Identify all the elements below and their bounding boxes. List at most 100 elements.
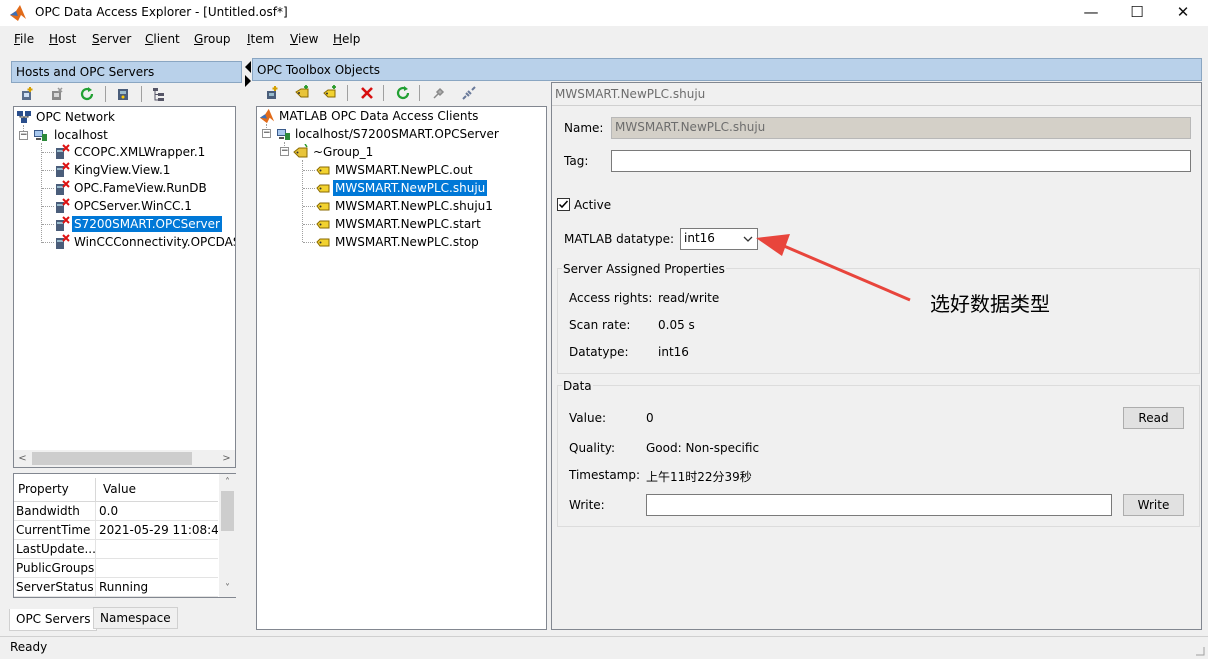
tree-root-opc-network[interactable]: OPC Network	[34, 109, 117, 125]
server-info-button[interactable]	[113, 84, 133, 104]
tag-field[interactable]	[611, 150, 1191, 172]
item-detail-panel: MWSMART.NewPLC.shuju Name: MWSMART.NewPL…	[551, 82, 1202, 630]
scan-rate-value: 0.05 s	[658, 318, 695, 332]
name-field: MWSMART.NewPLC.shuju	[611, 117, 1191, 139]
tab-namespace[interactable]: Namespace	[93, 607, 178, 629]
tree-client[interactable]: localhost/S7200SMART.OPCServer	[293, 126, 501, 142]
tree-item[interactable]: MWSMART.NewPLC.start	[333, 216, 483, 232]
quality-value: Good: Non-specific	[646, 441, 760, 455]
add-group-button[interactable]	[292, 83, 312, 103]
client-collapse-toggle[interactable]: −	[262, 129, 271, 138]
property-name: PublicGroups	[14, 559, 96, 578]
opc-server-icon	[56, 144, 70, 159]
quality-label: Quality:	[569, 441, 616, 455]
active-checkbox[interactable]	[557, 198, 570, 211]
tree-server[interactable]: KingView.View.1	[72, 162, 172, 178]
scroll-up-icon[interactable]: ˄	[219, 474, 236, 491]
tree-item[interactable]: MWSMART.NewPLC.stop	[333, 234, 481, 250]
tree-server[interactable]: CCOPC.XMLWrapper.1	[72, 144, 207, 160]
menu-view[interactable]: View	[290, 32, 318, 46]
tree-server-selected[interactable]: S7200SMART.OPCServer	[72, 216, 222, 232]
menu-help[interactable]: Help	[333, 32, 360, 46]
scroll-down-icon[interactable]: ˅	[219, 580, 236, 597]
group-collapse-toggle[interactable]: −	[280, 147, 289, 156]
tree-view-button[interactable]	[149, 84, 169, 104]
timestamp-label: Timestamp:	[569, 468, 641, 482]
panel-splitter[interactable]	[244, 61, 252, 632]
opc-server-icon	[56, 216, 70, 231]
disconnect-plug-icon	[462, 86, 476, 100]
data-group-title: Data	[562, 379, 593, 393]
datatype-label: MATLAB datatype:	[564, 232, 675, 246]
item-tag-icon	[316, 220, 330, 229]
connect-button[interactable]	[429, 83, 449, 103]
menu-item[interactable]: Item	[247, 32, 274, 46]
opc-server-icon	[56, 198, 70, 213]
host-collapse-toggle[interactable]: −	[19, 131, 28, 140]
menu-file[interactable]: File	[14, 32, 34, 46]
write-input[interactable]	[646, 494, 1112, 516]
tree-group[interactable]: ~Group_1	[311, 144, 375, 160]
window-title: OPC Data Access Explorer - [Untitled.osf…	[35, 5, 288, 19]
table-row[interactable]: CurrentTime 2021-05-29 11:08:46	[14, 521, 218, 540]
table-row[interactable]: LastUpdate...	[14, 540, 218, 559]
table-row[interactable]: ServerStatus Running	[14, 578, 218, 597]
value-label: Value:	[569, 411, 606, 425]
add-host-button[interactable]	[17, 84, 37, 104]
group-icon	[293, 144, 308, 158]
scroll-thumb[interactable]	[221, 491, 234, 531]
column-header-value[interactable]: Value	[98, 478, 218, 502]
name-label: Name:	[564, 121, 604, 135]
tree-item-selected[interactable]: MWSMART.NewPLC.shuju	[333, 180, 488, 196]
read-button[interactable]: Read	[1123, 407, 1184, 429]
table-row[interactable]: Bandwidth 0.0	[14, 502, 218, 521]
property-name: LastUpdate...	[14, 540, 96, 559]
server-info-icon	[118, 89, 128, 100]
tree-root-matlab-clients[interactable]: MATLAB OPC Data Access Clients	[277, 108, 480, 124]
tree-server[interactable]: OPC.FameView.RunDB	[72, 180, 209, 196]
scroll-right-icon[interactable]: >	[218, 450, 235, 467]
active-label: Active	[574, 198, 612, 212]
opc-server-icon	[56, 162, 70, 177]
client-computer-icon	[277, 129, 290, 140]
tab-opc-servers[interactable]: OPC Servers	[9, 609, 98, 631]
tree-server[interactable]: OPCServer.WinCC.1	[72, 198, 194, 214]
scroll-thumb[interactable]	[32, 452, 192, 465]
write-button[interactable]: Write	[1123, 494, 1184, 516]
tree-item[interactable]: MWSMART.NewPLC.shuju1	[333, 198, 495, 214]
maximize-button[interactable]: ☐	[1114, 0, 1160, 26]
menu-server[interactable]: Server	[92, 32, 131, 46]
close-button[interactable]: ✕	[1160, 0, 1206, 26]
tree-server[interactable]: WinCCConnectivity.OPCDAServer	[72, 234, 235, 250]
property-name: ServerStatus	[14, 578, 96, 597]
matlab-logo-icon	[259, 108, 275, 124]
datatype-select[interactable]: int16	[680, 228, 758, 250]
network-icon	[17, 111, 31, 123]
add-client-button[interactable]	[262, 83, 282, 103]
add-item-button[interactable]	[320, 83, 340, 103]
column-header-property[interactable]: Property	[16, 478, 96, 502]
scroll-left-icon[interactable]: <	[14, 450, 31, 467]
menu-host[interactable]: Host	[49, 32, 76, 46]
refresh-objects-button[interactable]	[393, 83, 413, 103]
menu-group[interactable]: Group	[194, 32, 231, 46]
menu-client[interactable]: Client	[145, 32, 180, 46]
delete-button[interactable]	[357, 83, 377, 103]
menu-bar: File Host Server Client Group Item View …	[0, 30, 1208, 51]
access-rights-value: read/write	[658, 291, 720, 305]
tree-host-localhost[interactable]: localhost	[52, 127, 110, 143]
disconnect-button[interactable]	[459, 83, 479, 103]
toolbox-tree: MATLAB OPC Data Access Clients − localho…	[256, 106, 547, 630]
hosts-tree: OPC Network − localhost CCOPC.XMLWrapper…	[13, 106, 236, 468]
minimize-button[interactable]: —	[1068, 0, 1114, 26]
remove-host-button[interactable]	[47, 84, 67, 104]
connect-plug-icon	[433, 87, 445, 99]
table-row[interactable]: PublicGroups	[14, 559, 218, 578]
annotation-text: 选好数据类型	[930, 292, 1050, 316]
hosts-tree-hscrollbar[interactable]: < >	[14, 450, 235, 467]
tree-item[interactable]: MWSMART.NewPLC.out	[333, 162, 475, 178]
refresh-hosts-button[interactable]	[77, 84, 97, 104]
resize-grip-icon[interactable]	[1192, 643, 1206, 657]
property-value: Running	[99, 580, 149, 594]
properties-vscrollbar[interactable]: ˄ ˅	[219, 474, 236, 597]
